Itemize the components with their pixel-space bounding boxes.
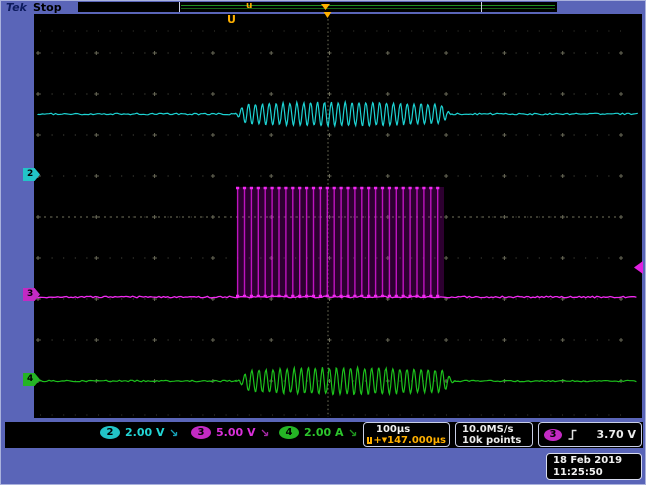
time-value: 11:25:50 — [553, 467, 641, 479]
expansion-point-marker[interactable]: U — [227, 13, 236, 26]
channel-3-badge: 3 — [191, 426, 211, 439]
channel-4-scale: 2.00 A — [304, 426, 343, 439]
expansion-marker-icon[interactable]: u — [246, 1, 252, 12]
date-value: 18 Feb 2019 — [553, 455, 641, 467]
channel-2-scale: 2.00 V — [125, 426, 164, 439]
acquisition-readout[interactable]: 10.0MS/s 10k points — [455, 422, 533, 447]
tek-logo: Tek — [6, 1, 27, 14]
record-waveform-line — [181, 5, 555, 6]
channel-2-readout[interactable]: 2 2.00 V — [100, 426, 179, 439]
record-waveform-line — [181, 8, 555, 9]
zoom-window-bracket[interactable] — [481, 2, 482, 12]
timebase-scale: 100µs — [367, 424, 446, 435]
channel-3-readout[interactable]: 3 5.00 V — [191, 426, 270, 439]
channel-2-badge: 2 — [100, 426, 120, 439]
oscilloscope-display: Tek Stop u U 2 3 4 2 2.00 V 3 5.00 V 4 2… — [0, 0, 646, 485]
channel-4-readout[interactable]: 4 2.00 A — [279, 426, 358, 439]
record-view-bar[interactable]: u — [78, 2, 557, 12]
expansion-marker-icon — [367, 437, 372, 444]
delay-prefix: + — [373, 435, 381, 446]
graticule-area — [34, 14, 642, 418]
horizontal-delay-value: 147.000µs — [387, 435, 446, 446]
trigger-position-icon[interactable] — [321, 4, 330, 10]
coupling-arrow-icon — [348, 428, 358, 438]
timebase-readout[interactable]: 100µs +▼147.000µs — [363, 422, 450, 447]
acquisition-status: Stop — [33, 1, 62, 14]
record-length: 10k points — [462, 435, 529, 446]
sample-rate: 10.0MS/s — [462, 424, 529, 435]
datetime-box: 18 Feb 2019 11:25:50 — [546, 453, 642, 480]
trigger-source-badge: 3 — [544, 429, 562, 441]
trigger-level-value: 3.70 V — [597, 429, 636, 440]
trigger-readout[interactable]: 3 3.70 V — [538, 422, 642, 447]
channel-3-scale: 5.00 V — [216, 426, 255, 439]
coupling-arrow-icon — [169, 428, 179, 438]
zoom-window-bracket[interactable] — [179, 2, 180, 12]
coupling-arrow-icon — [260, 428, 270, 438]
rising-edge-icon — [567, 428, 578, 441]
channel-4-badge: 4 — [279, 426, 299, 439]
